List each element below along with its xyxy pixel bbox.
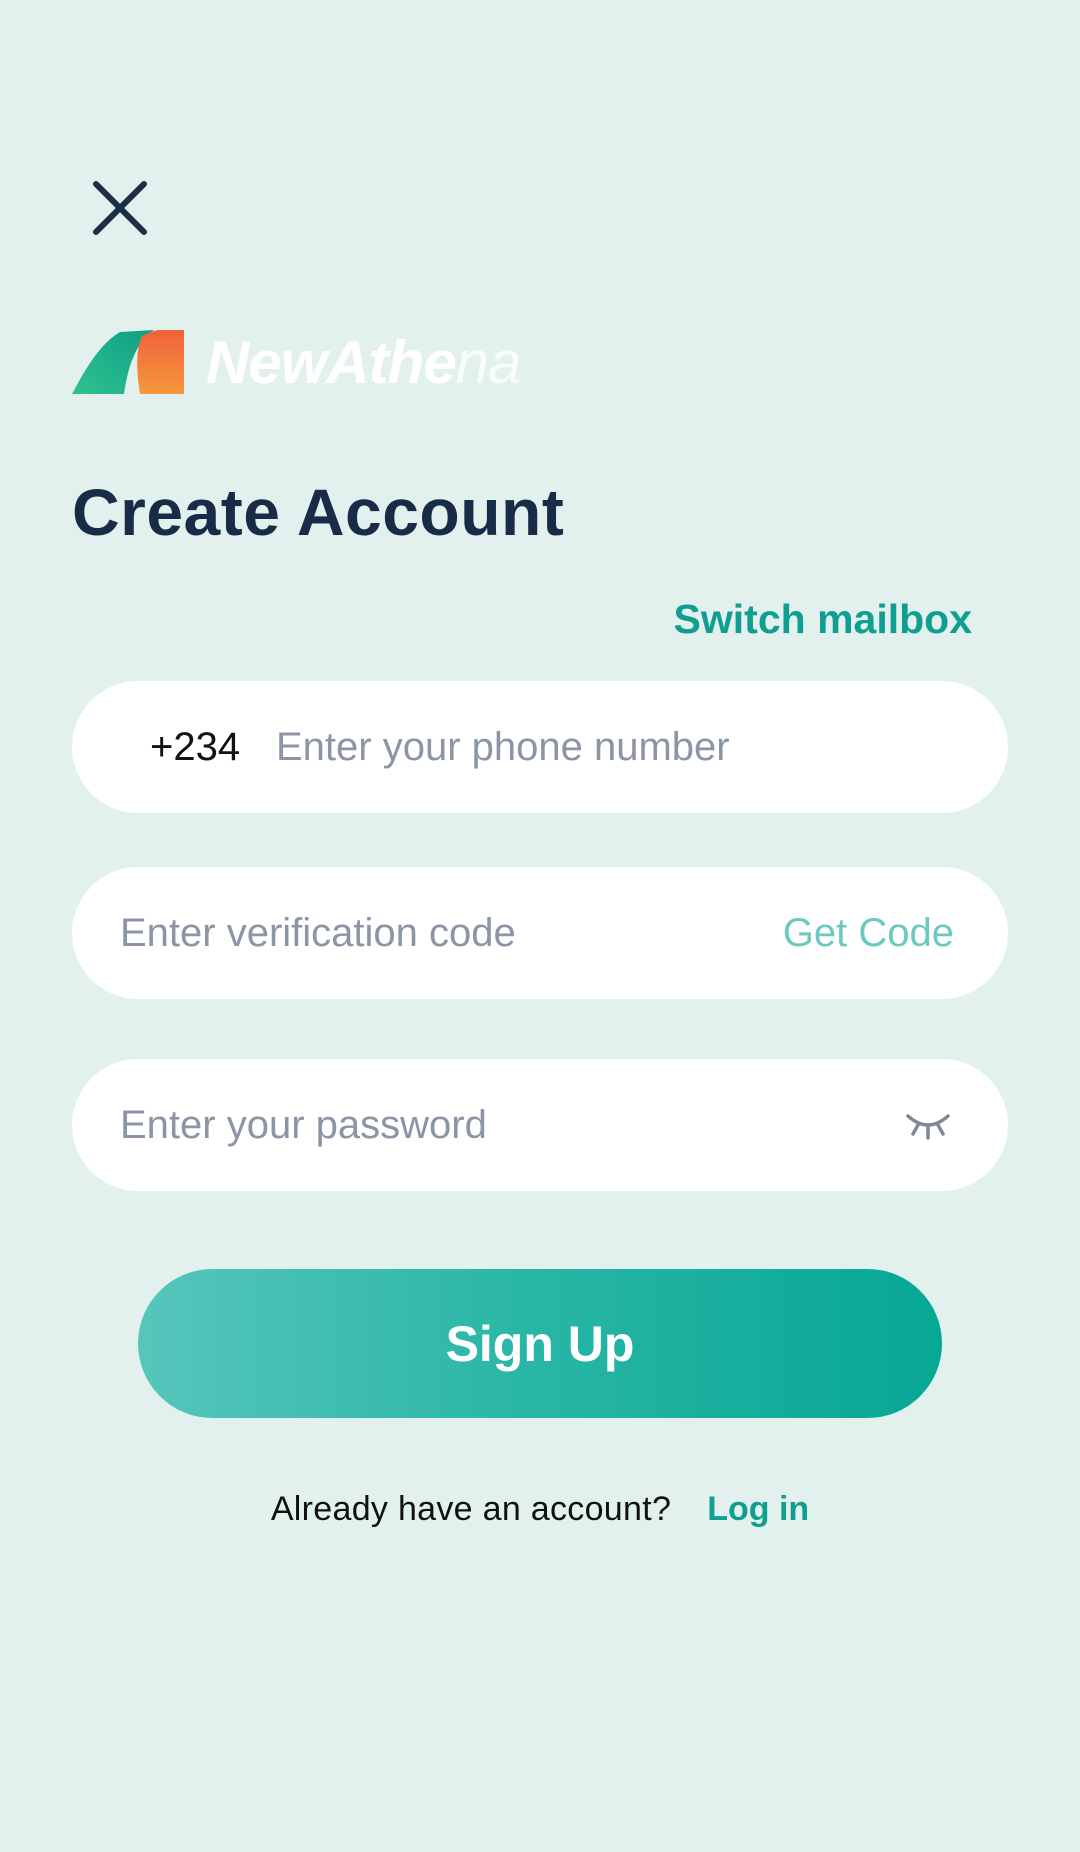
page-title: Create Account	[72, 475, 565, 549]
brand-logo: NewAthena	[72, 328, 522, 397]
password-visibility-toggle[interactable]	[902, 1105, 954, 1145]
password-input[interactable]	[120, 1059, 902, 1191]
sign-up-button[interactable]: Sign Up	[138, 1269, 942, 1418]
phone-field: +234	[72, 681, 1008, 813]
create-account-screen: NewAthena Create Account Switch mailbox …	[0, 0, 1080, 1852]
verification-code-field: Get Code	[72, 867, 1008, 999]
switch-mailbox-link[interactable]: Switch mailbox	[674, 596, 972, 643]
verification-code-input[interactable]	[120, 867, 783, 999]
password-field	[72, 1059, 1008, 1191]
country-code-selector[interactable]: +234	[150, 725, 252, 770]
brand-name: NewAthena	[206, 328, 522, 397]
newathena-logo-mark	[72, 330, 184, 394]
brand-name-tail: na	[455, 328, 522, 396]
login-prompt: Already have an account? Log in	[0, 1490, 1080, 1529]
login-prompt-text: Already have an account?	[270, 1490, 672, 1528]
log-in-link[interactable]: Log in	[707, 1490, 809, 1529]
eye-closed-icon	[906, 1114, 950, 1140]
close-button[interactable]	[84, 172, 156, 244]
brand-name-main: NewAthe	[206, 328, 457, 396]
close-icon	[93, 181, 147, 235]
phone-input[interactable]	[276, 681, 1008, 813]
get-code-button[interactable]: Get Code	[783, 911, 954, 956]
